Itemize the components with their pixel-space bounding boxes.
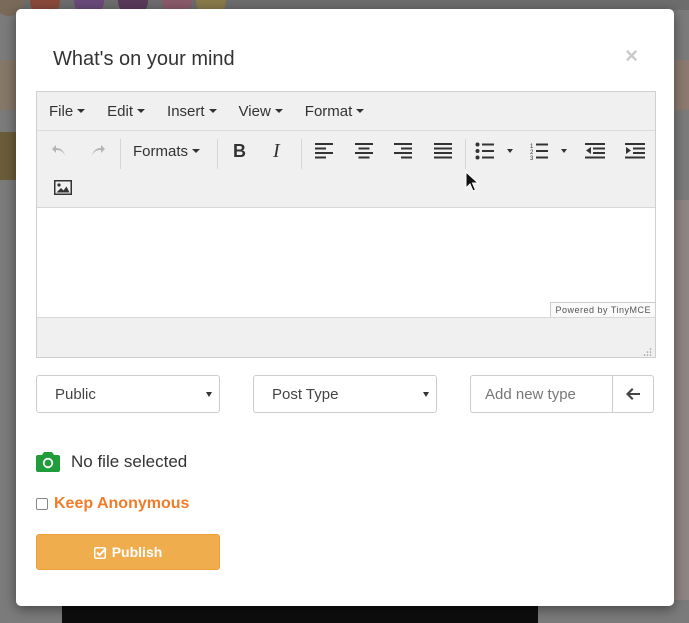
toolbar-separator [217, 139, 218, 169]
menu-file-label: File [49, 102, 74, 120]
caret-down-icon [356, 109, 365, 113]
add-type-button[interactable] [612, 375, 654, 413]
check-square-icon [93, 546, 107, 559]
menu-file[interactable]: File [49, 102, 86, 120]
menu-insert-label: Insert [167, 102, 205, 120]
menu-edit[interactable]: Edit [107, 102, 146, 120]
anonymous-row: Keep Anonymous [36, 495, 189, 513]
caret-down-icon [208, 109, 217, 113]
backdrop-panel [0, 60, 16, 110]
numbered-list-icon[interactable]: 123 [530, 141, 572, 161]
backdrop-avatar [0, 132, 16, 180]
menu-edit-label: Edit [107, 102, 134, 120]
file-status-text: No file selected [71, 452, 188, 471]
backdrop-panel [673, 60, 689, 110]
italic-icon[interactable]: I [268, 139, 290, 163]
post-type-select[interactable]: Post Type [253, 375, 437, 413]
align-justify-icon[interactable] [433, 141, 453, 161]
caret-down-icon [192, 149, 201, 153]
caret-down-icon [274, 109, 283, 113]
toolbar-separator [120, 139, 121, 169]
caret-down-icon [423, 392, 429, 397]
file-upload-row[interactable]: No file selected [36, 452, 187, 472]
svg-text:B: B [233, 143, 246, 159]
align-right-icon[interactable] [393, 141, 413, 161]
visibility-select-value: Public [55, 385, 96, 403]
redo-icon[interactable] [86, 139, 110, 163]
arrow-left-icon [626, 388, 640, 400]
indent-icon[interactable] [625, 141, 645, 161]
toolbar-separator [301, 139, 302, 169]
svg-text:3: 3 [530, 156, 534, 160]
new-type-input[interactable]: Add new type [470, 375, 613, 413]
menu-format-label: Format [304, 102, 353, 120]
menu-view[interactable]: View [239, 103, 283, 120]
resize-handle-icon[interactable] [642, 344, 652, 356]
editor-content-area[interactable]: Powered by TinyMCE [37, 207, 655, 318]
anonymous-checkbox[interactable] [36, 498, 48, 510]
toolbar-separator [465, 139, 466, 169]
menu-insert[interactable]: Insert [167, 103, 217, 120]
post-type-select-value: Post Type [272, 385, 339, 403]
powered-by-label: Powered by TinyMCE [550, 302, 655, 317]
backdrop-panel [673, 200, 689, 600]
close-button[interactable]: × [625, 43, 638, 69]
svg-text:I: I [272, 143, 281, 159]
formats-dropdown[interactable]: Formats [133, 139, 201, 163]
outdent-icon[interactable] [585, 141, 605, 161]
bold-icon[interactable]: B [228, 139, 250, 163]
formats-label: Formats [133, 142, 189, 160]
editor-toolbar: Formats B I 1 2 3 [37, 131, 655, 207]
caret-down-icon [206, 392, 212, 397]
image-icon[interactable] [53, 177, 73, 197]
menu-format[interactable]: Format [305, 103, 365, 120]
align-left-icon[interactable] [314, 141, 334, 161]
camera-icon [36, 452, 60, 472]
publish-label: Publish [111, 544, 163, 560]
visibility-select[interactable]: Public [36, 375, 220, 413]
mouse-cursor-icon [465, 170, 480, 198]
menu-view-label: View [238, 102, 271, 120]
publish-button[interactable]: Publish [36, 534, 220, 570]
caret-down-icon [77, 109, 86, 113]
bullet-list-icon[interactable] [475, 141, 517, 161]
anonymous-label[interactable]: Keep Anonymous [54, 495, 189, 513]
caret-down-icon [137, 109, 146, 113]
undo-icon[interactable] [47, 139, 71, 163]
post-modal: What's on your mind × File Edit Insert V… [16, 9, 674, 606]
backdrop-footer [62, 606, 538, 623]
editor-menubar: File Edit Insert View Format [37, 92, 655, 131]
align-center-icon[interactable] [354, 141, 374, 161]
rich-text-editor: File Edit Insert View Format Formats B I [36, 91, 656, 358]
modal-title: What's on your mind [53, 48, 235, 70]
